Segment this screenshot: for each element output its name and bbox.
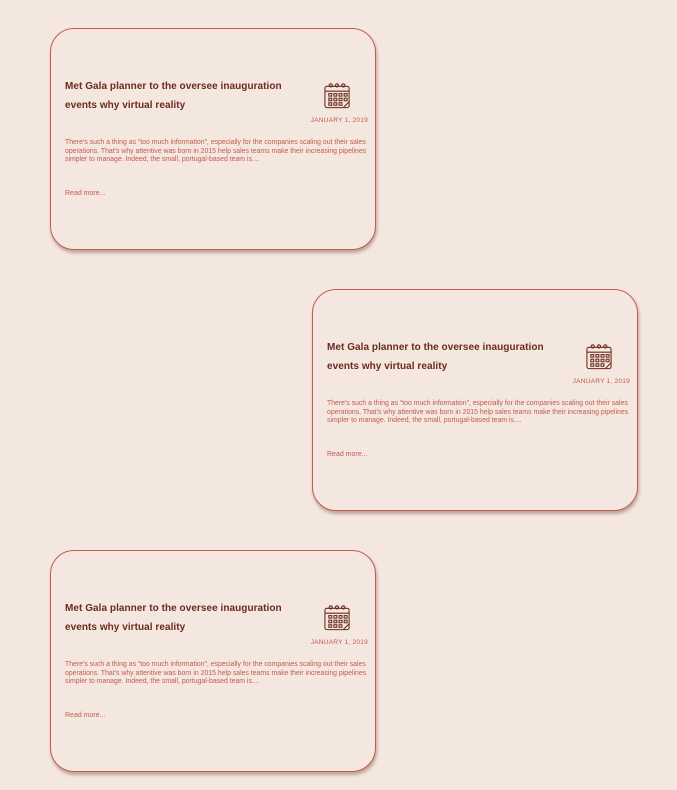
post-date: JANUARY 1, 2019 [310,117,368,124]
blog-post-card: Met Gala planner to the oversee inaugura… [50,28,376,250]
blog-post-card: Met Gala planner to the oversee inaugura… [50,550,376,772]
post-date: JANUARY 1, 2019 [572,378,630,385]
post-title: Met Gala planner to the oversee inaugura… [65,603,282,633]
calendar-icon [324,83,350,109]
blog-post-card: Met Gala planner to the oversee inaugura… [312,289,638,511]
post-title: Met Gala planner to the oversee inaugura… [327,342,544,372]
read-more-link[interactable]: Read more... [65,190,105,197]
post-date: JANUARY 1, 2019 [310,639,368,646]
post-excerpt: There's such a thing as “too much inform… [65,139,367,164]
post-excerpt: There's such a thing as “too much inform… [65,661,367,686]
calendar-icon [586,344,612,370]
read-more-link[interactable]: Read more... [65,712,105,719]
post-title: Met Gala planner to the oversee inaugura… [65,81,282,111]
read-more-link[interactable]: Read more... [327,451,367,458]
post-excerpt: There's such a thing as “too much inform… [327,400,629,425]
calendar-icon [324,605,350,631]
